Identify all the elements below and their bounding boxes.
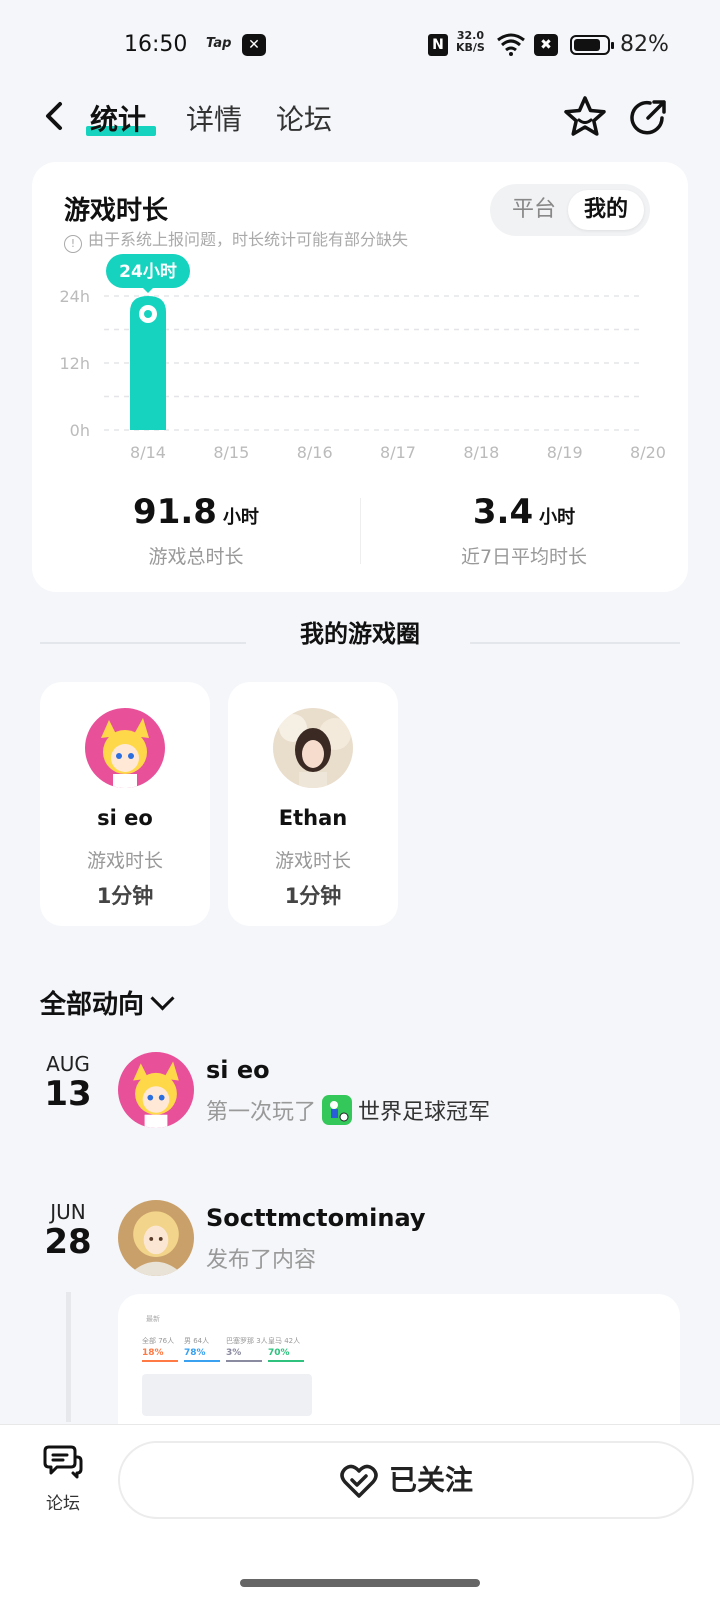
mini-stat-bar: [226, 1360, 262, 1362]
bar-tooltip-text: 24小时: [119, 262, 177, 282]
back-arrow-icon[interactable]: [38, 96, 74, 136]
bar-tooltip-arrow: [142, 287, 154, 293]
anime-avatar-icon: [85, 708, 165, 788]
status-bar: 16:50 Tap ✕ N 32.0 KB/S ✖ 82%: [0, 0, 720, 90]
feed-date: AUG 13: [30, 1052, 106, 1112]
friend-playtime-value: 1分钟: [96, 884, 154, 908]
friend-name: si eo: [97, 806, 153, 830]
filter-label: 全部动向: [40, 990, 145, 1020]
friend-playtime-label: 游戏时长: [86, 850, 163, 872]
x-tick-label: 8/18: [463, 443, 499, 462]
feed-activity-text: 第一次玩了: [206, 1100, 317, 1125]
share-icon[interactable]: [626, 94, 672, 140]
avg-playtime-stat: 3.4 小时 近7日平均时长: [360, 492, 688, 569]
total-playtime-stat: 91.8 小时 游戏总时长: [32, 492, 360, 569]
avatar[interactable]: [118, 1052, 194, 1128]
x-tick-label: 8/19: [547, 443, 583, 462]
avatar: [273, 708, 353, 788]
feed-filter-dropdown[interactable]: 全部动向: [40, 984, 175, 1021]
mini-stat-value: 3%: [226, 1348, 242, 1358]
avg-unit: 小时: [539, 507, 576, 528]
y-tick-label: 24h: [60, 287, 91, 306]
battery-percent: 82%: [620, 32, 669, 57]
feed-activity-text: 发布了内容: [206, 1248, 317, 1273]
friend-name: Ethan: [278, 806, 348, 830]
battery-level-fill: [574, 39, 601, 51]
x-tick-label: 8/20: [630, 443, 666, 462]
home-indicator[interactable]: [240, 1579, 480, 1587]
x-tick-label: 8/16: [297, 443, 333, 462]
mini-stat-label: 男 64人: [184, 1337, 210, 1345]
tab-forum[interactable]: 论坛: [276, 98, 332, 138]
avatar[interactable]: [118, 1200, 194, 1276]
mini-stat-label: 巴塞罗那 3人: [226, 1337, 268, 1345]
post-preview-image: [142, 1374, 312, 1416]
forum-chat-icon: [43, 1445, 83, 1479]
total-unit: 小时: [222, 507, 259, 528]
feed-date: JUN 28: [30, 1200, 106, 1260]
friend-card[interactable]: Ethan 游戏时长 1分钟: [228, 682, 398, 926]
friend-playtime-label: 游戏时长: [274, 850, 351, 872]
mini-stat-bar: [268, 1360, 304, 1362]
photo-avatar-icon: [273, 708, 353, 788]
tap-app-icon: Tap: [206, 36, 232, 51]
character-avatar-icon: [118, 1200, 194, 1276]
mini-stat-value: 18%: [142, 1348, 164, 1358]
post-preview-card[interactable]: 最新 全部 76人 18% 男 64人 78% 巴塞罗那 3人 3% 皇马 42人 70%: [118, 1294, 680, 1434]
y-tick-label: 12h: [60, 354, 91, 373]
friend-playtime-value: 1分钟: [284, 884, 342, 908]
forum-button[interactable]: 论坛: [28, 1443, 98, 1523]
avg-value: 3.4: [472, 492, 534, 532]
speed-unit: KB/S: [456, 41, 485, 54]
feed-user-name[interactable]: si eo: [206, 1056, 270, 1084]
feed-activity: 第一次玩了 世界足球冠军: [206, 1094, 490, 1126]
follow-label: 已关注: [388, 1463, 473, 1497]
x-tick-label: 8/17: [380, 443, 416, 462]
playtime-card: 游戏时长 ! 由于系统上报问题，时长统计可能有部分缺失 平台 我的 24h 12h 0…: [32, 162, 688, 592]
battery-icon: [570, 35, 614, 55]
playtime-chart: 24h 12h 0h 24小时 8/14 8/15 8/16 8/17 8/18 8/19 8/20: [60, 254, 666, 462]
anime-avatar-icon: [118, 1052, 194, 1128]
soccer-game-icon: [322, 1095, 353, 1125]
tab-stats[interactable]: 统计: [90, 98, 146, 138]
x-tick-label: 8/15: [213, 443, 249, 462]
nfc-icon: N: [428, 34, 448, 56]
x-tick-label: 8/14: [130, 443, 166, 462]
notification-x-icon: ✖: [534, 34, 558, 56]
forum-label: 论坛: [46, 1494, 80, 1514]
avatar: [85, 708, 165, 788]
total-value: 91.8: [133, 492, 217, 532]
capcut-icon: ✕: [242, 34, 266, 56]
network-speed: 32.0 KB/S: [456, 30, 485, 54]
feed-user-name[interactable]: Socttmctominay: [206, 1204, 426, 1232]
mini-stat-label: 皇马 42人: [268, 1337, 301, 1345]
timeline-line: [66, 1292, 71, 1422]
heart-check-icon: [340, 1464, 378, 1498]
section-divider-right: [470, 642, 680, 644]
post-preview-header: 最新: [146, 1315, 160, 1323]
mini-stat-bar: [142, 1360, 178, 1362]
friend-card[interactable]: si eo 游戏时长 1分钟: [40, 682, 210, 926]
y-tick-label: 0h: [70, 421, 90, 440]
status-time: 16:50: [124, 32, 188, 57]
bottom-action-bar: 论坛 已关注: [0, 1424, 720, 1601]
favorite-star-icon[interactable]: [562, 94, 608, 140]
feed-month: AUG: [46, 1052, 90, 1076]
feed-day: 13: [44, 1074, 92, 1114]
tab-details[interactable]: 详情: [186, 98, 242, 138]
mini-stat-value: 70%: [268, 1348, 290, 1358]
mini-stat-label: 全部 76人: [142, 1337, 175, 1345]
feed-month: JUN: [50, 1200, 86, 1224]
feed-day: 28: [44, 1222, 92, 1262]
avg-label: 近7日平均时长: [460, 546, 588, 568]
mini-stat-value: 78%: [184, 1348, 206, 1358]
bar-marker-inner: [144, 310, 152, 318]
mini-stat-bar: [184, 1360, 220, 1362]
battery-nub: [611, 42, 614, 49]
game-link[interactable]: 世界足球冠军: [358, 1100, 490, 1125]
follow-button[interactable]: 已关注: [118, 1441, 694, 1519]
total-label: 游戏总时长: [148, 546, 244, 568]
chevron-down-icon: [150, 986, 175, 1011]
wifi-icon: [497, 33, 525, 56]
